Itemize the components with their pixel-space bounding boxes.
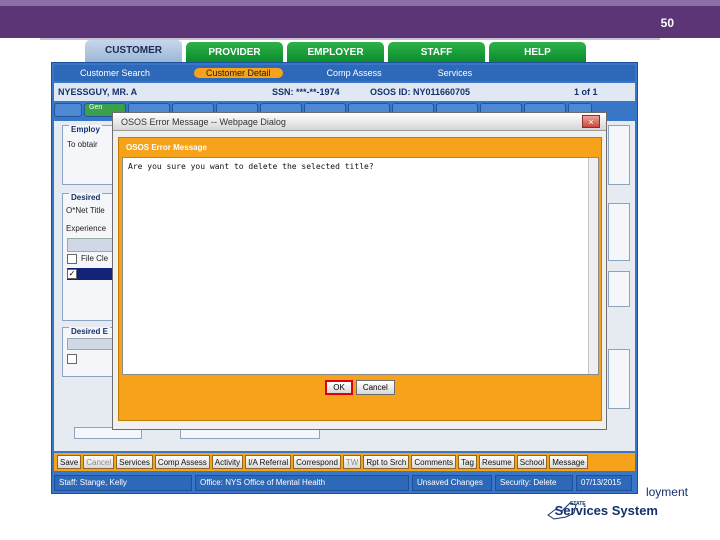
dialog-content: OSOS Error Message Are you sure you want… bbox=[118, 137, 602, 421]
file-clerk-cell: File Cle bbox=[81, 254, 109, 263]
activity-button[interactable]: Activity bbox=[211, 455, 244, 469]
tab-provider[interactable]: PROVIDER bbox=[186, 42, 283, 62]
save-button[interactable]: Save bbox=[57, 455, 82, 469]
status-unsaved: Unsaved Changes bbox=[412, 475, 492, 491]
subnav-customer-search[interactable]: Customer Search bbox=[68, 68, 162, 78]
right-dropdown-panel[interactable] bbox=[608, 271, 630, 307]
desired-education-title: Desired E bbox=[69, 327, 110, 336]
action-toolbar: Save Cancel Services Comp Assess Activit… bbox=[54, 453, 635, 471]
subnav-services[interactable]: Services bbox=[426, 68, 485, 78]
row-checkbox[interactable] bbox=[67, 254, 77, 264]
grid-header bbox=[67, 238, 115, 252]
resume-button[interactable]: Resume bbox=[478, 455, 515, 469]
services-button[interactable]: Services bbox=[116, 455, 153, 469]
main-tabs: CUSTOMER PROVIDER EMPLOYER STAFF HELP bbox=[85, 40, 586, 62]
customer-info-bar: NYESSGUY, MR. A SSN: ***-**-1974 OSOS ID… bbox=[54, 83, 635, 101]
close-icon[interactable]: × bbox=[582, 115, 600, 128]
tab-staff[interactable]: STAFF bbox=[388, 42, 485, 62]
correspond-button[interactable]: Correspond bbox=[293, 455, 341, 469]
dialog-message-box: Are you sure you want to delete the sele… bbox=[122, 157, 599, 375]
selected-row-checkbox[interactable]: ✓ bbox=[67, 269, 77, 279]
dialog-title: OSOS Error Message -- Webpage Dialog bbox=[121, 117, 286, 127]
dialog-title-bar: OSOS Error Message -- Webpage Dialog × bbox=[113, 113, 606, 131]
tab-customer[interactable]: CUSTOMER bbox=[85, 40, 182, 62]
dialog-message: Are you sure you want to delete the sele… bbox=[128, 162, 374, 171]
message-button[interactable]: Message bbox=[549, 455, 588, 469]
right-panel bbox=[608, 203, 630, 261]
desired-occupation-title: Desired bbox=[69, 193, 103, 202]
right-scroll-panel bbox=[608, 125, 630, 185]
customer-ssn: SSN: ***-**-1974 bbox=[272, 87, 340, 97]
dialog-buttons: OK Cancel bbox=[119, 380, 601, 395]
error-message-dialog: OSOS Error Message -- Webpage Dialog × O… bbox=[112, 112, 607, 430]
osos-logo: STATE loyment Services System bbox=[546, 483, 706, 523]
tw-button[interactable]: TW bbox=[342, 455, 362, 469]
status-office: Office: NYS Office of Mental Health bbox=[195, 475, 409, 491]
school-button[interactable]: School bbox=[516, 455, 548, 469]
dialog-scrollbar[interactable] bbox=[588, 158, 598, 374]
comp-assess-button[interactable]: Comp Assess bbox=[154, 455, 210, 469]
record-pagination: 1 of 1 bbox=[574, 87, 598, 97]
tab-help[interactable]: HELP bbox=[489, 42, 586, 62]
employment-goal-text: To obtair bbox=[67, 140, 98, 149]
status-staff: Staff: Stange, Kelly bbox=[54, 475, 192, 491]
tag-button[interactable]: Tag bbox=[458, 455, 477, 469]
desired-education-group: Desired E bbox=[62, 327, 118, 377]
logo-text-line2: Services System bbox=[554, 503, 658, 518]
subnav-customer-detail[interactable]: Customer Detail bbox=[194, 68, 283, 78]
experience-label: Experience bbox=[66, 224, 107, 233]
onet-title-label: O*Net Title bbox=[66, 206, 105, 215]
sub-navigation: Customer Search Customer Detail Comp Ass… bbox=[54, 65, 635, 81]
employment-goal-group: Employ To obtair bbox=[62, 125, 118, 185]
slide-number: 50 bbox=[660, 16, 674, 30]
employment-goal-title: Employ bbox=[69, 125, 102, 134]
right-dropdown-panel[interactable] bbox=[608, 349, 630, 409]
subnav-comp-assess[interactable]: Comp Assess bbox=[315, 68, 394, 78]
nav-first-button[interactable] bbox=[54, 103, 82, 117]
comments-button[interactable]: Comments bbox=[411, 455, 457, 469]
cancel-button[interactable]: Cancel bbox=[355, 380, 395, 395]
slide-header-bar: 50 bbox=[0, 0, 720, 38]
customer-osos-id: OSOS ID: NY011660705 bbox=[370, 87, 471, 97]
cancel-action-button[interactable]: Cancel bbox=[83, 455, 115, 469]
dialog-header: OSOS Error Message bbox=[122, 141, 220, 157]
ia-referral-button[interactable]: I/A Referral bbox=[245, 455, 292, 469]
row-checkbox[interactable] bbox=[67, 354, 77, 364]
logo-text-line1: loyment bbox=[645, 485, 688, 499]
grid-header bbox=[67, 338, 115, 350]
customer-name: NYESSGUY, MR. A bbox=[58, 87, 138, 97]
tab-employer[interactable]: EMPLOYER bbox=[287, 42, 384, 62]
rpt-to-srch-button[interactable]: Rpt to Srch bbox=[363, 455, 410, 469]
ok-button[interactable]: OK bbox=[325, 380, 353, 395]
desired-occupation-group: Desired O*Net Title Experience File Cle … bbox=[62, 193, 118, 321]
